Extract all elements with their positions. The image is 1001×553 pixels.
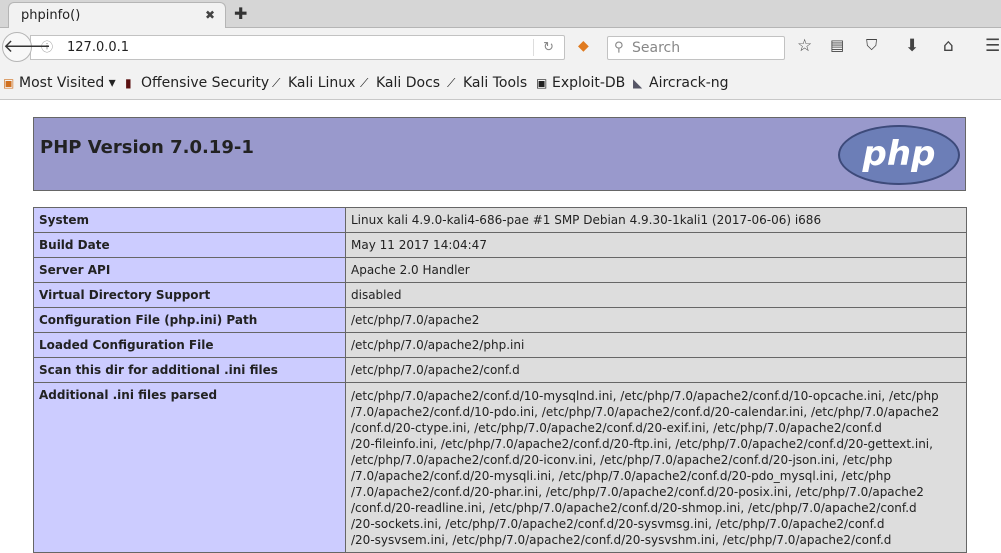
folder-icon: ▣ [3,76,15,90]
tab-title: phpinfo() [21,8,81,23]
ini-file-line: /conf.d/20-ctype.ini, /etc/php/7.0/apach… [351,421,882,435]
bookmark-label: Kali Linux [288,75,356,91]
bookmark-label: Offensive Security [141,75,270,91]
offsec-icon: ▮ [125,76,132,90]
bookmark-label: Kali Docs [376,75,441,91]
bookmark-label: Aircrack-ng [649,75,729,91]
ini-file-line: /conf.d/20-readline.ini, /etc/php/7.0/ap… [351,501,917,515]
ini-file-line: /7.0/apache2/conf.d/20-mysqli.ini, /etc/… [351,469,892,483]
table-row: Server API Apache 2.0 Handler [33,257,967,283]
bookmark-exploit-db[interactable]: ▣ Exploit-DB [536,75,625,91]
bookmark-offensive-security[interactable]: ▮ Offensive Security [125,75,269,91]
row-value: Linux kali 4.9.0-kali4-686-pae #1 SMP De… [345,207,967,233]
row-label: Scan this dir for additional .ini files [33,357,346,383]
ini-file-line: /etc/php/7.0/apache2/conf.d/10-mysqlnd.i… [351,389,939,403]
kali-icon: ⟋ [447,76,456,90]
bookmark-aircrack-ng[interactable]: ◣ Aircrack-ng [633,75,729,91]
aircrack-icon: ◣ [633,76,643,90]
nav-bar: ⓘ 127.0.0.1 ↻ 🡐 ◆ ⚲ Search ☆ ▤ ⛉ ⬇ ⌂ ☰ [0,28,1001,68]
row-value: May 11 2017 14:04:47 [345,232,967,258]
row-label: Server API [33,257,346,283]
url-bar[interactable]: ⓘ 127.0.0.1 ↻ [30,35,565,60]
bookmark-label: Kali Tools [463,75,528,91]
bookmark-kali-linux[interactable]: ⟋ Kali Linux [272,75,355,91]
exploit-db-icon: ▣ [536,76,548,90]
kali-icon: ⟋ [360,76,369,90]
bookmark-star-icon[interactable]: ☆ [797,36,812,56]
row-value: /etc/php/7.0/apache2 [345,307,967,333]
table-row: Virtual Directory Support disabled [33,282,967,308]
page-title: PHP Version 7.0.19-1 [40,137,254,158]
kali-icon: ⟋ [272,76,281,90]
row-label: Build Date [33,232,346,258]
ini-file-line: /20-fileinfo.ini, /etc/php/7.0/apache2/c… [351,437,933,451]
reading-list-icon[interactable]: ▤ [830,36,844,54]
row-label: Loaded Configuration File [33,332,346,358]
row-value: Apache 2.0 Handler [345,257,967,283]
ini-file-line: /7.0/apache2/conf.d/20-phar.ini, /etc/ph… [351,485,924,499]
tab-bar: phpinfo() ✖ ✚ [0,0,1001,29]
bookmark-label: Most Visited ▾ [19,75,116,91]
row-value: /etc/php/7.0/apache2/conf.d [345,357,967,383]
php-header: PHP Version 7.0.19-1 php [33,117,966,191]
menu-icon[interactable]: ☰ [985,36,1000,56]
table-row: Configuration File (php.ini) Path/etc/ph… [33,307,967,333]
reload-icon[interactable]: ↻ [543,36,554,59]
row-label: Additional .ini files parsed [33,382,346,553]
table-row: Additional .ini files parsed/etc/php/7.0… [33,382,967,553]
php-logo: php [838,125,960,185]
divider [533,39,534,56]
table-row: Scan this dir for additional .ini files /… [33,357,967,383]
search-input[interactable]: ⚲ Search [607,36,785,60]
row-value: /etc/php/7.0/apache2/php.ini [345,332,967,358]
info-table: System Linux kali 4.9.0-kali4-686-pae #1 … [33,207,967,553]
row-value: disabled [345,282,967,308]
back-button[interactable]: 🡐 [2,32,51,62]
search-icon: ⚲ [614,40,624,55]
new-tab-icon[interactable]: ✚ [234,4,247,23]
row-label: Virtual Directory Support [33,282,346,308]
bookmark-label: Exploit-DB [552,75,626,91]
bookmark-kali-tools[interactable]: ⟋ Kali Tools [447,75,527,91]
search-placeholder: Search [632,40,681,56]
pocket-icon[interactable]: ⛉ [866,36,877,54]
search-engine-icon[interactable]: ◆ [578,38,589,54]
bookmark-most-visited[interactable]: ▣ Most Visited ▾ [3,75,116,91]
table-row: Loaded Configuration File/etc/php/7.0/ap… [33,332,967,358]
home-icon[interactable]: ⌂ [943,36,954,56]
table-row: Build Date May 11 2017 14:04:47 [33,232,967,258]
ini-file-line: /7.0/apache2/conf.d/10-pdo.ini, /etc/php… [351,405,940,419]
bookmarks-bar: ▣ Most Visited ▾ ▮ Offensive Security ⟋ Kal… [0,68,1001,100]
ini-file-line: /etc/php/7.0/apache2/conf.d/20-iconv.ini… [351,453,893,467]
table-row: System Linux kali 4.9.0-kali4-686-pae #1 … [33,207,967,233]
downloads-icon[interactable]: ⬇ [905,36,919,56]
tab-phpinfo[interactable]: phpinfo() ✖ [8,2,226,29]
row-label: Configuration File (php.ini) Path [33,307,346,333]
ini-file-line: /20-sysvsem.ini, /etc/php/7.0/apache2/co… [351,533,892,547]
bookmark-kali-docs[interactable]: ⟋ Kali Docs [360,75,440,91]
ini-file-line: /20-sockets.ini, /etc/php/7.0/apache2/co… [351,517,885,531]
row-value: /etc/php/7.0/apache2/conf.d/10-mysqlnd.i… [345,382,967,553]
row-label: System [33,207,346,233]
close-tab-icon[interactable]: ✖ [205,8,215,22]
url-text: 127.0.0.1 [67,40,130,55]
